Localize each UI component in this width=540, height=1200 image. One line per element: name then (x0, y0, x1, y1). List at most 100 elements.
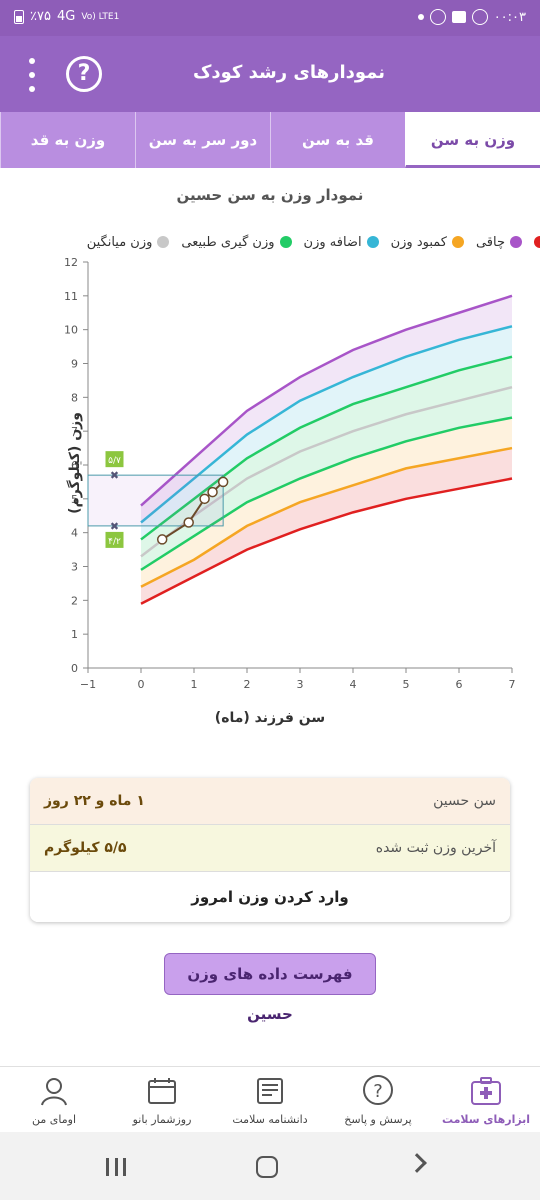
y-tick-label: 2 (71, 594, 78, 607)
range-marker-x: ✖ (110, 520, 119, 533)
child-info-card: سن حسین ۱ ماه و ۲۲ روز آخرین وزن ثبت شده… (30, 778, 510, 922)
y-tick-label: 4 (71, 527, 78, 540)
legend-dot (451, 236, 464, 248)
y-tick-label: 3 (71, 561, 78, 574)
y-axis-label: وزن (کیلوگرم) (67, 412, 83, 514)
enter-weight-label: وارد کردن وزن امروز (191, 888, 349, 906)
lte-label: Vo) LTE1 (81, 11, 120, 22)
profile-icon (41, 1078, 67, 1106)
y-tick-label: 8 (71, 391, 78, 404)
status-left: ٪۷۵ 4G Vo) LTE1 (14, 9, 119, 24)
x-tick-label: 5 (403, 678, 410, 691)
nav-health-tools[interactable]: ابزارهای سلامت (432, 1067, 540, 1132)
legend-item-average[interactable]: وزن میانگین (87, 235, 170, 250)
tab-height-age[interactable]: قد به سن (270, 112, 405, 168)
chart-title: نمودار وزن به سن حسین (176, 186, 364, 204)
x-tick-label: 4 (350, 678, 357, 691)
legend-item-underweight[interactable]: کمبود وزن (391, 235, 464, 250)
health-kit-icon (471, 1077, 501, 1105)
range-marker-x: ✖ (110, 469, 119, 482)
more-menu-icon[interactable] (26, 58, 38, 92)
x-tick-label: 2 (244, 678, 251, 691)
legend-item-overweight[interactable]: اضافه وزن (304, 235, 379, 250)
legend-dot (366, 236, 379, 248)
recents-icon[interactable] (106, 1158, 126, 1176)
age-value: ۱ ماه و ۲۲ روز (44, 793, 145, 809)
app-bar: ? نمودارهای رشد کودک (0, 36, 540, 112)
battery-level: ٪۷۵ (30, 9, 51, 24)
legend-item-normal[interactable]: وزن گیری طبیعی (181, 234, 292, 250)
legend-label: وزن گیری طبیعی (181, 234, 275, 250)
notification-dot-icon (417, 14, 424, 20)
y-tick-label: 11 (64, 290, 78, 303)
age-label: سن حسین (433, 793, 496, 809)
enter-weight-button[interactable]: وارد کردن وزن امروز (30, 872, 510, 922)
y-tick-label: 12 (64, 256, 78, 269)
network-type: 4G (56, 9, 76, 24)
legend-dot (157, 236, 170, 248)
x-tick-label: 1 (191, 678, 198, 691)
range-marker-label: ۵/۷ (108, 456, 121, 466)
x-tick-label: 0 (138, 678, 145, 691)
tab-weight-age[interactable]: وزن به سن (405, 112, 540, 168)
y-tick-label: 10 (64, 324, 78, 337)
x-axis-label: سن فرزند (ماه) (214, 710, 326, 726)
legend-label: کمبود وزن (390, 234, 447, 250)
tab-head-age[interactable]: دور سر به سن (135, 112, 270, 168)
status-right: ۰۰:۰۳ (417, 9, 526, 25)
app-root: ٪۷۵ 4G Vo) LTE1 ۰۰:۰۳ ? نمودارهای رشد کو… (0, 0, 540, 1200)
back-icon[interactable] (407, 1153, 427, 1173)
status-bar: ٪۷۵ 4G Vo) LTE1 ۰۰:۰۳ (0, 0, 540, 36)
child-weight-point (199, 493, 210, 505)
help-icon[interactable]: ? (66, 56, 102, 92)
nav-encyclopedia[interactable]: دانشنامه سلامت (216, 1067, 324, 1132)
nav-profile[interactable]: اومای من (0, 1067, 108, 1132)
encyclopedia-icon (257, 1078, 283, 1104)
last-weight-value: ۵/۵ کیلوگرم (44, 840, 127, 856)
battery-icon (14, 9, 24, 24)
app-notification-icon (429, 9, 446, 25)
bottom-nav: ابزارهای سلامت ? پرسش و پاسخ دانشنامه سل… (0, 1066, 540, 1132)
question-icon: ? (363, 1075, 393, 1105)
legend-dot (510, 236, 522, 248)
system-nav-bar (0, 1132, 540, 1200)
sync-icon (471, 9, 488, 25)
legend-dot (279, 236, 292, 248)
age-row: سن حسین ۱ ماه و ۲۲ روز (30, 778, 510, 825)
legend-label: چاقی (475, 234, 505, 250)
nav-label: دانشنامه سلامت (232, 1113, 308, 1126)
x-tick-label: −1 (80, 678, 96, 691)
legend-label: وزن میانگین (86, 234, 153, 250)
legend-dot-red (534, 236, 540, 248)
tab-weight-height[interactable]: وزن به قد (0, 112, 135, 168)
weight-list-button[interactable]: فهرست داده های وزن حسین (164, 953, 376, 1023)
svg-text:?: ? (373, 1081, 383, 1102)
page-title: نمودارهای رشد کودک (192, 62, 385, 83)
chart-tabs: وزن به سن قد به سن دور سر به سن وزن به ق… (0, 112, 540, 168)
range-marker-label: ۴/۲ (108, 537, 121, 547)
y-tick-label: 1 (71, 628, 78, 641)
x-tick-label: 3 (297, 678, 304, 691)
nav-label: پرسش و پاسخ (344, 1113, 412, 1126)
nav-calendar[interactable]: روزشمار بانو (108, 1067, 216, 1132)
nav-label: ابزارهای سلامت (441, 1113, 531, 1126)
child-weight-point (183, 517, 194, 528)
child-weight-point (156, 534, 168, 545)
x-tick-label: 7 (509, 678, 516, 691)
nav-label: اومای من (32, 1113, 76, 1126)
y-tick-label: 0 (71, 662, 78, 675)
nav-qa[interactable]: ? پرسش و پاسخ (324, 1067, 432, 1132)
y-tick-label: 9 (71, 358, 78, 371)
home-icon[interactable] (256, 1156, 278, 1178)
weight-row: آخرین وزن ثبت شده ۵/۵ کیلوگرم (30, 825, 510, 872)
clock: ۰۰:۰۳ (493, 9, 526, 25)
calendar-icon (148, 1078, 176, 1104)
last-weight-label: آخرین وزن ثبت شده (375, 840, 496, 856)
legend-label: اضافه وزن (303, 234, 362, 250)
message-icon (451, 11, 466, 23)
child-weight-point (217, 476, 229, 488)
legend-item-obesity[interactable]: چاقی (476, 235, 522, 250)
child-weight-point (207, 486, 218, 498)
x-tick-label: 6 (456, 678, 463, 691)
nav-label: روزشمار بانو (132, 1113, 192, 1126)
